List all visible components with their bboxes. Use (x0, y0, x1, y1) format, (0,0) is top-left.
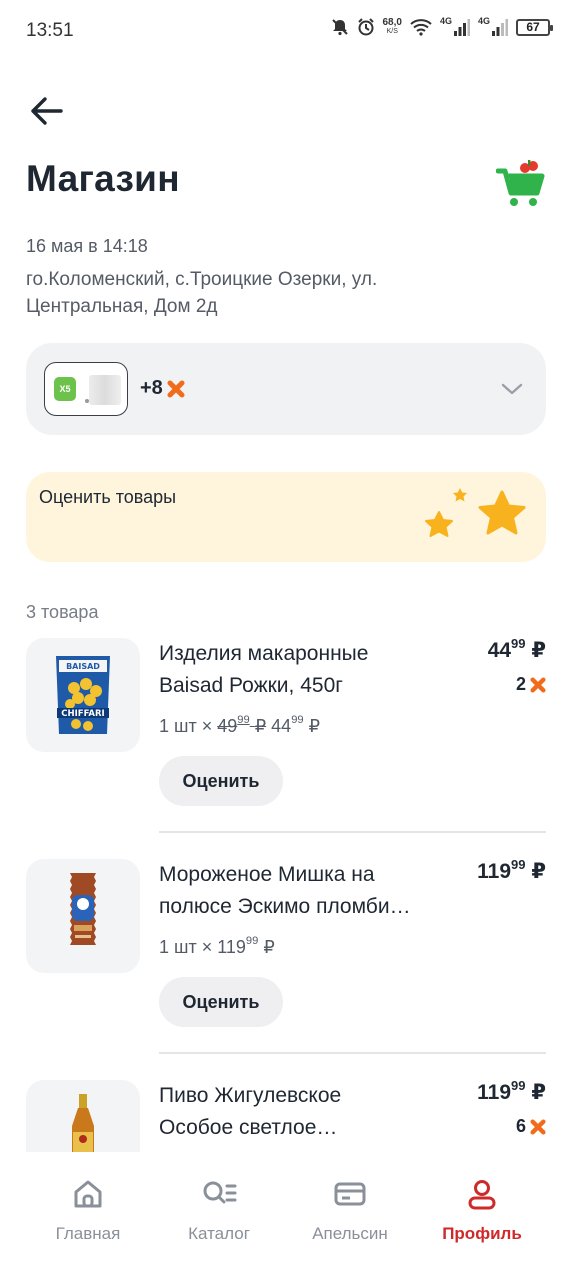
arrow-left-icon (31, 97, 63, 125)
unit-price: 4499 ₽ (271, 714, 321, 736)
card-icon (334, 1182, 366, 1206)
product-name-line2: полюсе Эскимо пломби… (159, 895, 411, 918)
beer-bottle-image (72, 1094, 94, 1152)
card-number-blur (89, 375, 121, 405)
ice-cream-image (70, 873, 96, 945)
catalog-search-icon (203, 1181, 237, 1204)
svg-text:BAISAD: BAISAD (66, 662, 100, 671)
net-speed: 68,0 K/S (382, 17, 402, 36)
signal-icon (453, 19, 470, 36)
old-unit-price: 4999 ₽ (217, 714, 267, 736)
svg-text:CHIFFARI: CHIFFARI (61, 709, 104, 719)
stars-icon (425, 488, 526, 537)
nav-catalog[interactable]: Каталог (154, 1178, 284, 1244)
battery-indicator: 67 (516, 18, 553, 36)
product-price: 4499 ₽ (487, 636, 546, 662)
product-bonus: 2 (516, 674, 546, 695)
nav-apelsin-label: Апельсин (312, 1224, 388, 1243)
nav-home-label: Главная (55, 1224, 121, 1243)
quantity-line: 1 шт × 11999 ₽ (159, 935, 275, 957)
order-address: го.Коломенский, с.Троицкие Озерки, ул. Ц… (26, 269, 378, 317)
nav-apelsin[interactable]: Апельсин (285, 1178, 415, 1244)
product-price: 11999 ₽ (477, 1080, 546, 1104)
bonus-value: +8 (140, 377, 163, 399)
product-name-line1: Пиво Жигулевское (159, 1084, 342, 1107)
product-name-line2: Baisad Рожки, 450г (159, 674, 343, 697)
product-price: 11999 ₽ (477, 857, 546, 883)
back-button[interactable] (28, 90, 72, 134)
divider (159, 1052, 546, 1054)
bonus-x-icon (530, 1118, 546, 1135)
network-type-2: 4G (477, 16, 490, 26)
items-count: 3 товара (26, 602, 99, 622)
nav-profile[interactable]: Профиль (417, 1178, 547, 1244)
bonus-points: +8 (140, 377, 185, 400)
product-image (26, 859, 140, 973)
home-icon (74, 1180, 102, 1208)
rate-button[interactable]: Оценить (159, 977, 283, 1027)
shopping-cart-icon (495, 160, 545, 206)
product-name-line1: Мороженое Мишка на (159, 863, 375, 886)
payment-card-dropdown[interactable]: X5 +8 (26, 343, 546, 435)
status-time: 13:51 (26, 20, 74, 41)
cart-button[interactable] (495, 158, 546, 210)
status-icons: 68,0 K/S 4G 4G 67 (331, 16, 553, 36)
signal-icon-2 (492, 19, 508, 36)
bottom-navigation: Главная Каталог Апельсин Профиль (0, 1152, 572, 1280)
quantity-line: 1 шт × 4999 ₽ 4499 ₽ (159, 714, 321, 736)
alarm-icon (357, 18, 374, 36)
x5-logo: X5 (54, 377, 76, 401)
product-name-line1: Изделия макаронные (159, 642, 369, 665)
nav-home[interactable]: Главная (23, 1178, 153, 1244)
divider (159, 831, 546, 833)
product-image (26, 1080, 140, 1152)
chevron-down-icon (501, 383, 523, 395)
bonus-x-icon (167, 380, 185, 397)
order-item[interactable]: Пиво Жигулевское Особое светлое… 11999 ₽… (26, 1080, 546, 1152)
product-bonus-value: 2 (515, 674, 526, 694)
product-name[interactable]: Изделия макаронные Baisad Рожки, 450г (159, 638, 449, 702)
rate-banner-text: Оценить товары (39, 487, 177, 507)
wifi-icon (410, 19, 432, 36)
rate-products-banner[interactable]: Оценить товары (26, 472, 546, 562)
bonus-x-icon (530, 676, 546, 693)
page-title: Магазин (26, 158, 180, 199)
nav-catalog-label: Каталог (188, 1224, 250, 1243)
pasta-package-image: BAISAD CHIFFARI (56, 656, 110, 734)
nav-profile-label: Профиль (442, 1224, 522, 1243)
product-name-line2: Особое светлое… (159, 1116, 338, 1139)
profile-icon (468, 1180, 496, 1210)
order-date: 16 мая в 14:18 (26, 236, 148, 256)
product-image: BAISAD CHIFFARI (26, 638, 140, 752)
product-bonus: 6 (516, 1116, 546, 1137)
rate-button[interactable]: Оценить (159, 756, 283, 806)
product-bonus-value: 6 (515, 1116, 526, 1136)
network-type-1: 4G (439, 16, 452, 26)
loyalty-card-logo: X5 (44, 362, 128, 416)
product-name[interactable]: Пиво Жигулевское Особое светлое… (159, 1080, 449, 1144)
mute-icon (331, 19, 348, 36)
product-name[interactable]: Мороженое Мишка на полюсе Эскимо пломби… (159, 859, 449, 923)
unit-price: 11999 ₽ (217, 935, 275, 957)
status-bar: 13:51 68,0 K/S 4G 4G 67 (0, 0, 572, 64)
